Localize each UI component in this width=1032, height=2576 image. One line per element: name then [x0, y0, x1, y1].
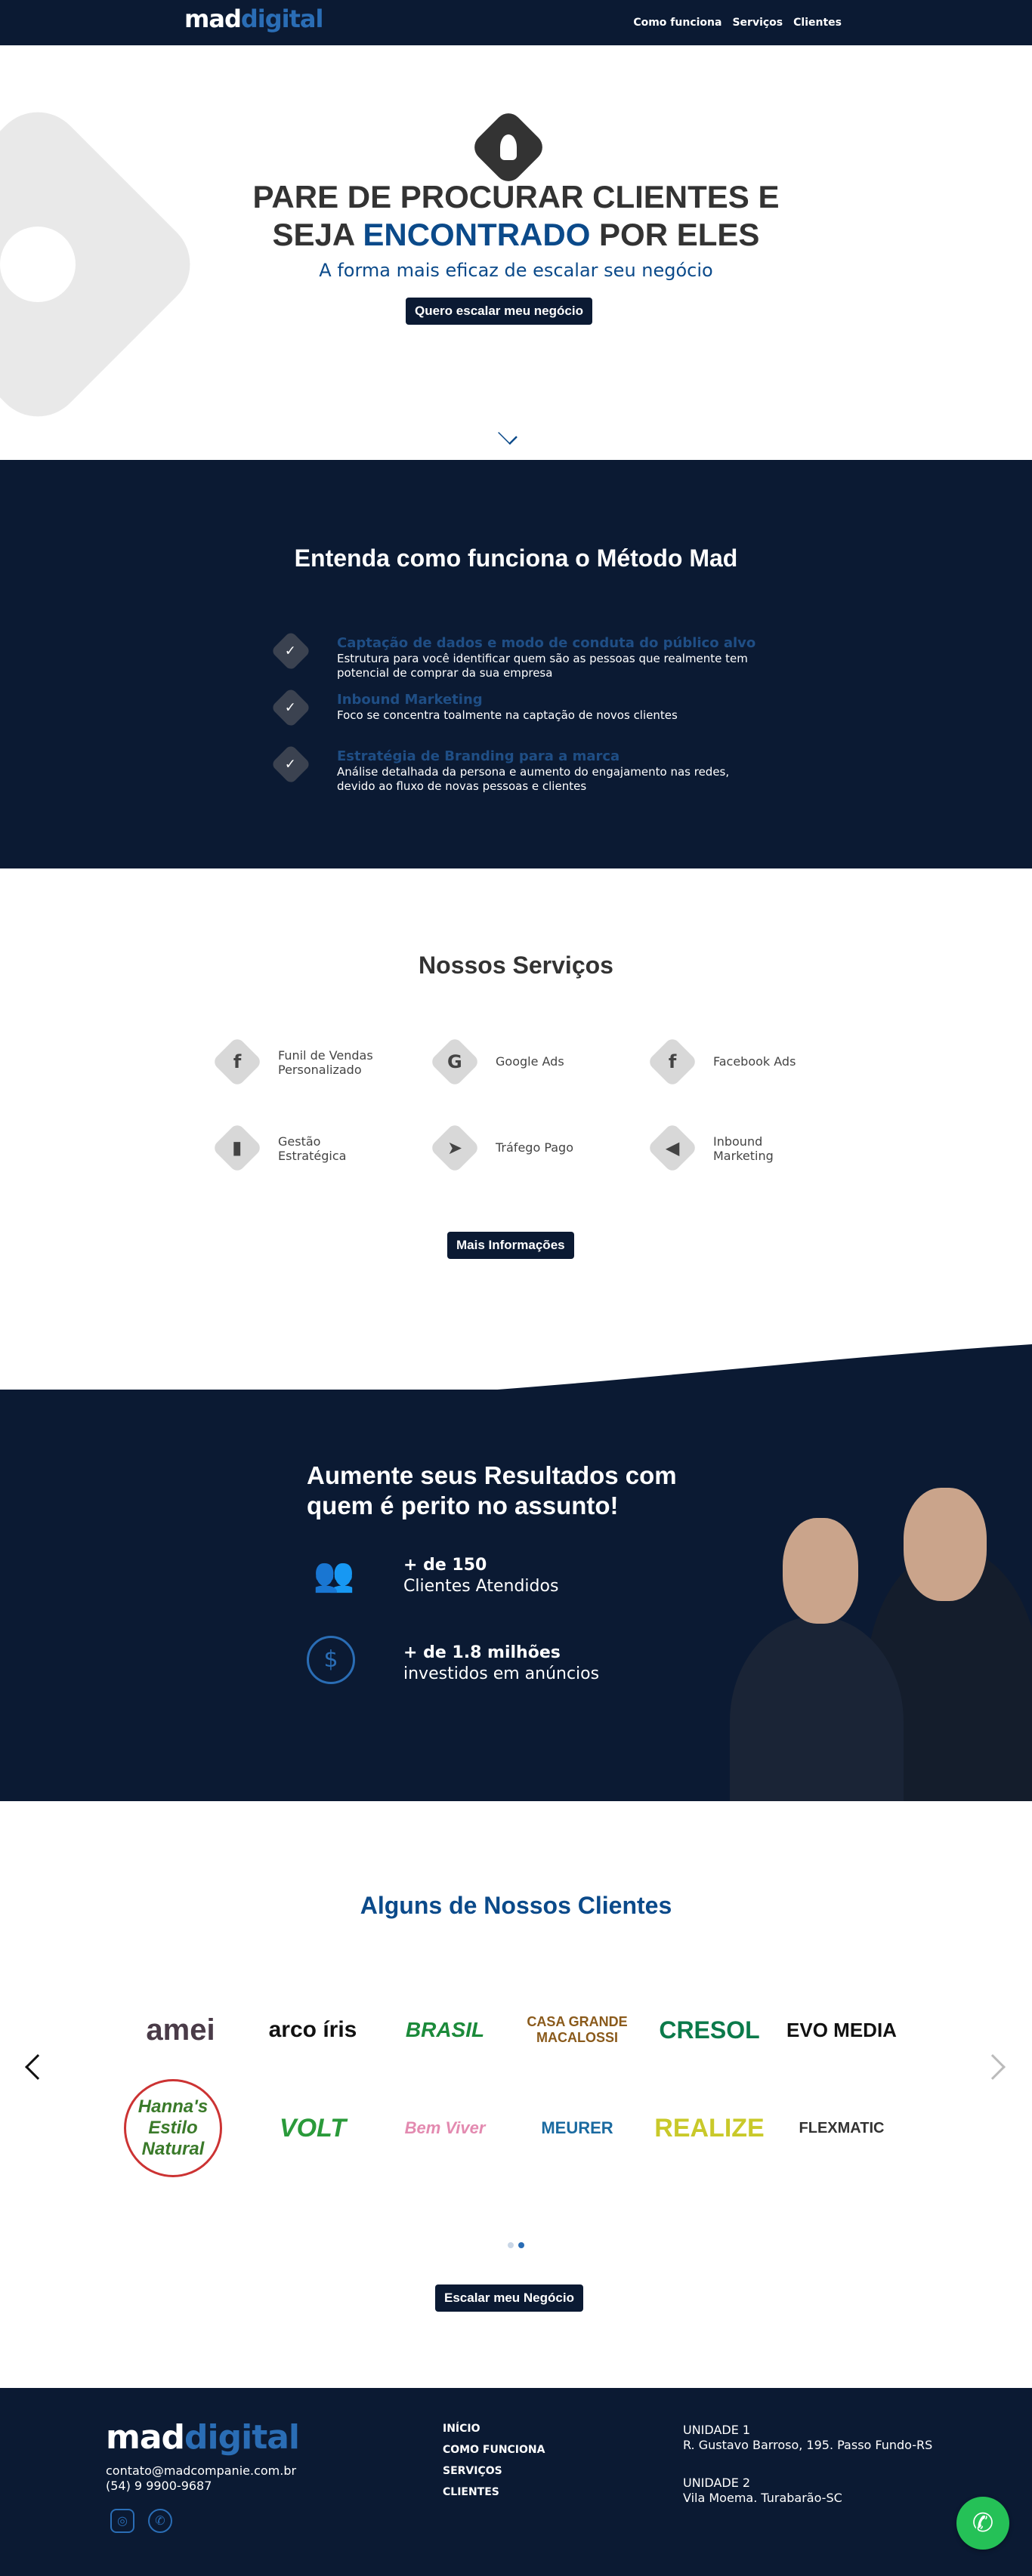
check-icon: ✓ — [270, 631, 311, 671]
people-icon: 👥 — [313, 1556, 355, 1594]
footer-unit-2: UNIDADE 2 Vila Moema. Turabarão-SC — [683, 2476, 842, 2506]
hero-subtitle: A forma mais eficaz de escalar seu negóc… — [319, 260, 713, 281]
service-item[interactable]: f Funil de Vendas Personalizado — [212, 1036, 408, 1087]
cursor-icon: ➤ — [429, 1122, 480, 1174]
stat-caption: Clientes Atendidos — [403, 1577, 559, 1596]
clientes-section: Alguns de Nossos Clientes amei arco íris… — [0, 1801, 1032, 2388]
nav-link-servicos[interactable]: Serviços — [732, 17, 783, 29]
service-item[interactable]: G Google Ads — [429, 1036, 626, 1087]
person-face — [783, 1518, 858, 1624]
footer-menu: INÍCIO COMO FUNCIONA SERVIÇOS CLIENTES — [443, 2423, 545, 2498]
whatsapp-icon: ✆ — [972, 2508, 994, 2538]
unit-address: Vila Moema. Turabarão-SC — [683, 2491, 842, 2505]
service-item[interactable]: f Facebook Ads — [647, 1036, 843, 1087]
megaphone-icon: ◀ — [647, 1122, 698, 1174]
chevron-down-icon[interactable] — [498, 425, 518, 445]
nav-links: Como funciona Serviços Clientes — [633, 17, 842, 29]
servicos-title: Nossos Serviços — [419, 952, 613, 979]
client-logo: CRESOL — [659, 2016, 760, 2044]
bar-chart-icon: ▮ — [212, 1122, 263, 1174]
resultados-section: Aumente seus Resultados com quem é perit… — [0, 1390, 1032, 1801]
brand-logo[interactable]: maddigital — [184, 5, 323, 33]
metodo-step-desc: Estrutura para você identificar quem são… — [337, 652, 748, 680]
metodo-step-title: Estratégia de Branding para a marca — [337, 748, 620, 764]
footer-link-servicos[interactable]: SERVIÇOS — [443, 2465, 545, 2477]
nav-link-como-funciona[interactable]: Como funciona — [633, 17, 721, 29]
client-logo: Hanna's Estilo Natural — [124, 2079, 222, 2177]
metodo-step-title: Inbound Marketing — [337, 692, 483, 708]
service-label: Gestão Estratégica — [278, 1134, 347, 1163]
check-icon: ✓ — [270, 744, 311, 785]
hero-title: PARE DE PROCURAR CLIENTES E SEJA ENCONTR… — [252, 179, 780, 252]
carousel-next-arrow-icon[interactable] — [980, 2054, 1006, 2080]
metodo-step-title: Captação de dados e modo de conduta do p… — [337, 635, 756, 651]
client-logo: VOLT — [279, 2113, 347, 2143]
service-label: Funil de Vendas Personalizado — [278, 1048, 373, 1077]
hero-cta-button[interactable]: Quero escalar meu negócio — [406, 298, 592, 325]
footer-unit-1: UNIDADE 1 R. Gustavo Barroso, 195. Passo… — [683, 2423, 932, 2453]
whatsapp-float-button[interactable]: ✆ — [956, 2497, 1009, 2550]
client-logo: Bem Viver — [404, 2118, 486, 2137]
stat-number: + de 150 — [403, 1556, 487, 1575]
client-logo: arco íris — [268, 2017, 357, 2042]
client-logo: FLEXMATIC — [799, 2119, 885, 2136]
service-label: Inbound Marketing — [713, 1134, 774, 1163]
person-face — [904, 1488, 987, 1601]
stat-item: 👥 + de 150 Clientes Atendidos — [307, 1548, 684, 1601]
top-navbar: maddigital Como funciona Serviços Client… — [0, 0, 1032, 45]
footer-link-inicio[interactable]: INÍCIO — [443, 2423, 545, 2435]
metodo-section: Entenda como funciona o Método Mad ✓ Cap… — [0, 460, 1032, 868]
footer-logo[interactable]: maddigital — [106, 2418, 300, 2457]
unit-address: R. Gustavo Barroso, 195. Passo Fundo-RS — [683, 2438, 933, 2452]
check-icon: ✓ — [270, 687, 311, 728]
client-logo: BRASIL — [405, 2018, 485, 2041]
stat-caption: investidos em anúncios — [403, 1664, 600, 1683]
service-item[interactable]: ➤ Tráfego Pago — [429, 1122, 626, 1174]
service-label: Tráfego Pago — [496, 1140, 573, 1155]
service-label: Google Ads — [496, 1054, 564, 1069]
client-logo: REALIZE — [654, 2113, 765, 2143]
facebook-icon: f — [212, 1036, 263, 1087]
service-item[interactable]: ◀ Inbound Marketing — [647, 1122, 843, 1174]
footer-social: ◎ ✆ — [110, 2509, 172, 2533]
client-logo: MEURER — [541, 2118, 613, 2137]
metodo-step-desc: Foco se concentra toalmente na captação … — [337, 708, 678, 722]
metodo-step-desc: Análise detalhada da persona e aumento d… — [337, 765, 730, 793]
service-item[interactable]: ▮ Gestão Estratégica — [212, 1122, 408, 1174]
service-label: Facebook Ads — [713, 1054, 796, 1069]
escalar-negocio-button[interactable]: Escalar meu Negócio — [435, 2284, 583, 2312]
google-icon: G — [429, 1036, 480, 1087]
servicos-section: Nossos Serviços f Funil de Vendas Person… — [0, 868, 1032, 1331]
facebook-icon: f — [647, 1036, 698, 1087]
stat-item: $ + de 1.8 milhões investidos em anúncio… — [307, 1636, 684, 1689]
client-logo: CASA GRANDE MACALOSSI — [527, 2014, 628, 2045]
carousel-dot[interactable] — [508, 2242, 514, 2248]
footer-link-clientes[interactable]: CLIENTES — [443, 2486, 545, 2498]
carousel-dot-active[interactable] — [518, 2242, 524, 2248]
unit-title: UNIDADE 1 — [683, 2423, 751, 2437]
clientes-title: Alguns de Nossos Clientes — [360, 1892, 672, 1919]
whatsapp-icon[interactable]: ✆ — [148, 2509, 172, 2533]
footer-email[interactable]: contato@madcompanie.com.br — [106, 2463, 296, 2478]
footer-phone[interactable]: (54) 9 9900-9687 — [106, 2479, 212, 2493]
unit-title: UNIDADE 2 — [683, 2476, 751, 2490]
client-logo: amei — [146, 2013, 215, 2047]
carousel-dots — [508, 2242, 524, 2248]
hero-section: PARE DE PROCURAR CLIENTES E SEJA ENCONTR… — [0, 45, 1032, 460]
carousel-prev-arrow-icon[interactable] — [25, 2054, 51, 2080]
instagram-icon[interactable]: ◎ — [110, 2509, 134, 2533]
money-icon: $ — [307, 1636, 355, 1684]
stat-number: + de 1.8 milhões — [403, 1643, 561, 1662]
metodo-title: Entenda como funciona o Método Mad — [294, 545, 738, 572]
client-logo: EVO MEDIA — [786, 2018, 897, 2041]
team-photo — [730, 1488, 1032, 1801]
resultados-title: Aumente seus Resultados com quem é perit… — [307, 1461, 677, 1519]
rocket-icon — [468, 107, 548, 187]
footer-link-como-funciona[interactable]: COMO FUNCIONA — [443, 2444, 545, 2456]
nav-link-clientes[interactable]: Clientes — [793, 17, 842, 29]
mais-informacoes-button[interactable]: Mais Informações — [447, 1232, 574, 1259]
footer: maddigital contato@madcompanie.com.br (5… — [0, 2388, 1032, 2576]
